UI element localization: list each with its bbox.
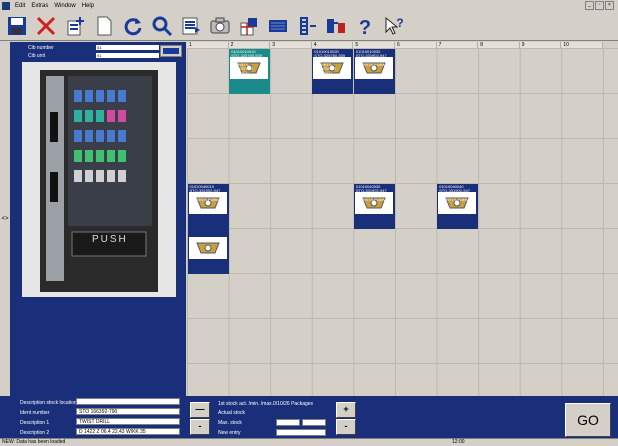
import-icon [240,17,257,35]
search-button[interactable] [149,14,175,38]
column-button[interactable] [294,14,320,38]
minus-small-button[interactable]: - [190,419,210,435]
cell-text: 01010040040 STO-331902-947 INDEXABLE INS… [439,183,470,215]
drawer-cell[interactable]: 01010010030 STO-331902-947 INDEXABLE INS… [353,48,395,94]
column-icon [300,16,316,35]
transfer-icon [327,18,345,33]
desc-location-field[interactable] [76,398,180,405]
monitor-button[interactable] [265,14,291,38]
new-item-button[interactable] [62,14,88,38]
minus-stock-button[interactable]: - [336,419,356,435]
status-bar: NEW: Data has been loaded 12:00 [0,438,618,445]
status-text: NEW: Data has been loaded [2,439,66,445]
monitor-icon [269,19,287,32]
desc2-field[interactable]: D 1422 Z 06.4 22.43 W/KK 35 [76,428,180,435]
minimize-icon[interactable]: _ [585,1,594,10]
delete-button[interactable] [33,14,59,38]
cib-unit-field[interactable]: 01 [96,53,159,58]
insert-image [188,236,227,259]
toolbar: ? ? [0,11,618,41]
desc1-label: Description 1 [20,420,50,426]
camera-icon [210,17,230,33]
save-button[interactable] [4,14,30,38]
drawer-grid: 1 2 3 4 5 6 7 8 9 10 01010010010 STO-325760-939 I… [187,42,618,396]
cell-text: 01010010010 STO-325760-939 INDEXABLE INS… [231,48,262,80]
stock-info: 1st stock act. /min. /max.0/10/26 Packag… [218,401,314,407]
svg-text:?: ? [359,17,371,37]
app-icon [2,1,10,10]
ident-field[interactable]: STO 166392-790 [76,408,180,415]
menu-window[interactable]: Window [51,3,78,9]
drawer-cell[interactable] [187,228,229,274]
drawer-cell[interactable]: 01010040040 STO-331902-947 INDEXABLE INS… [437,183,479,229]
drawer-cell[interactable]: 01010040030 STO-331902-947 INDEXABLE INS… [353,183,395,229]
blank-page-button[interactable] [91,14,117,38]
save-icon [8,16,26,35]
grid-body: 01010010010 STO-325760-939 INDEXABLE INS… [187,48,618,396]
cib-number-label: Cib number [28,45,54,51]
desc-location-label: Description stock location [20,400,77,406]
svg-text:?: ? [396,16,403,30]
cell-text: 01010040010 STO-331902-947 INDEXABLE INS… [189,183,221,215]
new-entry-label: New entry [218,430,241,436]
minus-button[interactable]: — [190,402,210,418]
desc1-field[interactable]: TWIST DRILL [76,418,180,425]
ident-label: Ident number [20,410,50,416]
refresh-icon [124,17,142,35]
cib-number-field[interactable]: 01 [96,45,159,50]
new-entry-field[interactable] [276,429,326,436]
keyboard-button[interactable] [160,45,182,57]
whats-this-button[interactable]: ? [381,14,407,38]
push-label: PUSH [92,234,128,245]
actual-stock-label: Actual stock [218,410,245,416]
import-button[interactable] [236,14,262,38]
keyboard-icon [163,48,179,54]
close-icon[interactable]: × [605,1,614,10]
cell-text: 01010010020 STO-325760-939 INDEXABLE INS… [314,48,346,80]
go-button[interactable]: GO [565,403,611,437]
search-icon [152,16,173,36]
plus-button[interactable]: + [336,402,356,418]
menu-bar: Edit Extras Window Help _ ▫ × [0,0,618,11]
max-stock-field-2[interactable] [302,419,326,426]
help-button[interactable]: ? [352,14,378,38]
cib-unit-label: Cib unit [28,53,45,59]
help-icon: ? [359,17,371,37]
whats-this-icon: ? [385,16,404,35]
max-stock-label: Max. stock [218,420,242,426]
camera-button[interactable] [207,14,233,38]
transfer-button[interactable] [323,14,349,38]
list-icon [182,17,200,34]
drawer-cell[interactable]: 01010040010 STO-331902-947 INDEXABLE INS… [187,183,229,229]
menu-extras[interactable]: Extras [28,3,51,9]
refresh-button[interactable] [120,14,146,38]
window-controls: _ ▫ × [585,1,614,10]
menu-help[interactable]: Help [79,3,97,9]
desc2-label: Description 2 [20,430,50,436]
max-stock-field[interactable] [276,419,300,426]
cell-text: 01010010030 STO-331902-947 INDEXABLE INS… [355,48,387,80]
delete-icon [36,16,56,35]
menu-edit[interactable]: Edit [12,3,28,9]
drawer-cell[interactable]: 01010010010 STO-325760-939 INDEXABLE INS… [229,48,271,94]
side-marker[interactable]: <> [0,42,10,396]
vending-machine-image: PUSH [22,62,176,297]
new-item-icon [67,16,84,35]
restore-icon[interactable]: ▫ [595,1,604,10]
list-button[interactable] [178,14,204,38]
drawer-cell[interactable]: 01010010020 STO-325760-939 INDEXABLE INS… [312,48,354,94]
blank-page-icon [97,16,112,35]
cell-text: 01010040030 STO-331902-947 INDEXABLE INS… [355,183,387,215]
